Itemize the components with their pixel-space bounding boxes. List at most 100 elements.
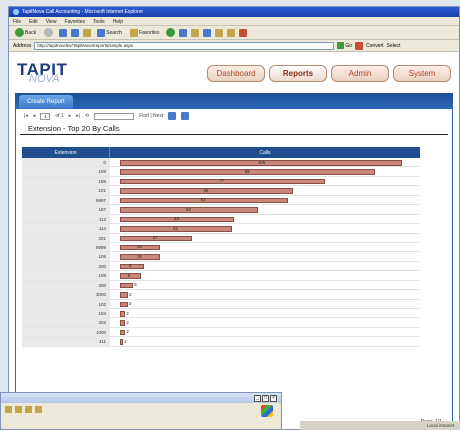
table-row: 3000 3 [22,290,420,300]
table-row: 0 106 [22,158,420,168]
menu-help[interactable]: Help [113,19,123,25]
tapitnova-logo: TAPIT NOVA [17,61,67,85]
nav-admin[interactable]: Admin [331,65,389,82]
report-title: Extension - Top 20 By Calls [20,123,448,135]
toolbar-tool-icon[interactable] [35,405,42,413]
find-next-link[interactable]: Find | Next [139,113,163,119]
table-row: 411 1 [22,337,420,347]
browser-titlebar: TapitNova Call Accounting - Microsoft In… [9,7,459,17]
extension-cell: 201 [22,233,110,242]
back-parent-icon[interactable]: ⟲ [85,113,89,119]
media-icon[interactable] [165,28,175,37]
forward-button[interactable] [42,28,55,37]
address-input[interactable] [34,41,335,50]
extension-cell: 9999 [22,242,110,252]
calls-value-label: 106 [258,159,266,165]
background-window-titlebar: _ □ × [1,393,281,403]
search-label: Search [106,29,122,36]
calls-value-label: 15 [136,244,142,250]
report-table: Extension Calls 0 106 109 96 185 77 101 65 9997 6… [22,147,420,347]
calls-value-label: 42 [172,225,178,231]
calls-cell: 42 [110,224,420,232]
print-report-icon[interactable] [181,112,190,120]
toolbar-logo-icon[interactable] [355,41,364,50]
extension-cell: 102 [22,299,110,308]
extension-cell: 200 [22,261,110,271]
toolbar-tool-icon[interactable] [5,405,12,413]
calls-value-label: 1 [124,338,127,344]
prev-page-icon[interactable]: ◂ [33,113,36,119]
calls-bar [120,273,142,279]
tab-create-report[interactable]: Create Report [19,95,73,109]
calls-value-label: 77 [219,178,225,184]
search-button[interactable]: Search [95,28,124,37]
calls-cell: 15 [110,252,420,260]
browser-toolbar: Back Search Favorites [9,26,459,40]
back-arrow-icon [15,28,24,37]
calls-value-label: 63 [200,197,206,203]
nav-system[interactable]: System [393,65,451,82]
calls-cell: 106 [110,158,420,166]
table-row: 106 15 [22,252,420,262]
calls-value-label: 5 [134,282,137,288]
extension-cell: 300 [22,280,110,290]
history-icon[interactable] [178,28,187,37]
menu-edit[interactable]: Edit [29,19,38,25]
report-toolbar: |◂ ◂ of 1 ▸ ▸| ⟲ Find | Next [16,109,452,123]
favorites-button[interactable]: Favorites [128,28,162,37]
stop-icon[interactable] [59,28,68,37]
home-icon[interactable] [83,28,92,37]
mail-icon[interactable] [190,28,199,37]
toolbar-tool-icon[interactable] [25,405,32,413]
first-page-icon[interactable]: |◂ [24,113,28,119]
app-container: TAPIT NOVA Dashboard Reports Admin Syste… [9,53,459,429]
toolbar-tool-icon[interactable] [15,405,22,413]
menu-tools[interactable]: Tools [93,19,105,25]
select-button[interactable]: Select [387,43,401,49]
calls-value-label: 27 [152,235,158,240]
calls-cell: 96 [110,167,420,175]
page-number-input[interactable] [40,112,51,120]
table-row: 112 43 [22,214,420,225]
export-icon[interactable] [168,112,177,120]
go-label: Go [345,42,353,49]
main-nav: Dashboard Reports Admin System [207,65,451,82]
calls-cell: 63 [110,196,420,204]
table-row: 105 8 [22,271,420,281]
menu-file[interactable]: File [13,19,21,25]
folder-icon[interactable] [226,28,235,37]
table-row: 102 3 [22,299,420,309]
go-arrow-icon [337,42,345,49]
calls-value-label: 8 [127,272,131,278]
nav-reports[interactable]: Reports [269,65,327,82]
calls-cell: 2 [110,309,420,317]
minimize-icon[interactable]: _ [254,394,261,402]
maximize-icon[interactable]: □ [262,394,269,402]
next-page-icon[interactable]: ▸ [69,113,72,119]
menu-favorites[interactable]: Favorites [64,19,85,25]
favorites-star-icon [129,28,138,37]
messenger-icon[interactable] [238,28,247,37]
go-button[interactable]: Go [337,42,352,49]
print-icon[interactable] [202,28,211,37]
calls-value-label: 3 [128,301,132,307]
calls-cell: 5 [110,281,420,289]
calls-cell: 65 [110,186,420,194]
extension-cell: 3000 [22,290,110,299]
find-input[interactable] [94,112,135,120]
back-button[interactable]: Back [13,28,38,37]
extension-cell: 109 [22,167,110,176]
edit-icon[interactable] [214,28,223,37]
refresh-icon[interactable] [71,28,80,37]
calls-value-label: 2 [126,310,129,316]
extension-cell: 202 [22,318,110,327]
last-page-icon[interactable]: ▸| [76,113,80,119]
menu-view[interactable]: View [46,19,57,25]
calls-bar [120,292,128,298]
calls-cell: 52 [110,205,420,213]
close-icon[interactable]: × [270,394,277,402]
convert-button[interactable]: Convert [366,43,384,49]
calls-value-label: 2 [126,329,129,335]
nav-dashboard[interactable]: Dashboard [207,65,265,82]
extension-cell: 112 [22,214,110,224]
